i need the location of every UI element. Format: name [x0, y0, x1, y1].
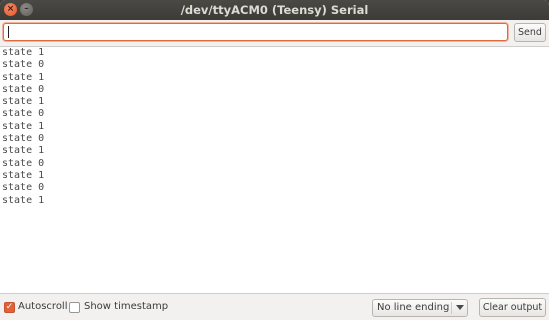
output-line: state 0: [2, 157, 45, 169]
bottom-bar: ✓ Autoscroll Show timestamp No line endi…: [0, 294, 549, 320]
input-row: Send: [0, 20, 549, 46]
output-line: state 1: [2, 120, 45, 132]
output-line: state 1: [2, 96, 45, 108]
autoscroll-checkbox[interactable]: ✓: [4, 302, 15, 313]
output-line: state 1: [2, 169, 45, 181]
output-line: state 0: [2, 108, 45, 120]
text-caret: [8, 26, 9, 38]
autoscroll-label[interactable]: Autoscroll: [18, 300, 68, 314]
line-ending-select[interactable]: No line ending: [372, 299, 468, 317]
output-line: state 1: [2, 194, 45, 206]
line-ending-value: No line ending: [377, 302, 450, 313]
select-divider: [451, 302, 452, 314]
minimize-icon[interactable]: –: [20, 3, 33, 16]
output-line: state 0: [2, 59, 45, 71]
serial-input[interactable]: [3, 23, 508, 41]
serial-output[interactable]: state 1 state 0 state 1 state 0 state 1 state…: [0, 46, 549, 294]
serial-monitor-window: × – /dev/ttyACM0 (Teensy) Serial Send st…: [0, 0, 549, 320]
output-line: state 0: [2, 182, 45, 194]
close-icon[interactable]: ×: [4, 3, 17, 16]
output-line: state 0: [2, 83, 45, 95]
title-bar: × – /dev/ttyACM0 (Teensy) Serial: [0, 0, 549, 20]
output-line: state 1: [2, 71, 45, 83]
show-timestamp-label[interactable]: Show timestamp: [84, 300, 168, 314]
output-line: state 1: [2, 145, 45, 157]
output-line: state 1: [2, 47, 45, 58]
output-line: state 0: [2, 133, 45, 145]
send-button[interactable]: Send: [514, 23, 546, 42]
window-title: /dev/ttyACM0 (Teensy) Serial: [180, 3, 369, 17]
clear-output-button[interactable]: Clear output: [479, 298, 546, 317]
show-timestamp-checkbox[interactable]: [69, 302, 80, 313]
chevron-down-icon: [456, 305, 464, 310]
